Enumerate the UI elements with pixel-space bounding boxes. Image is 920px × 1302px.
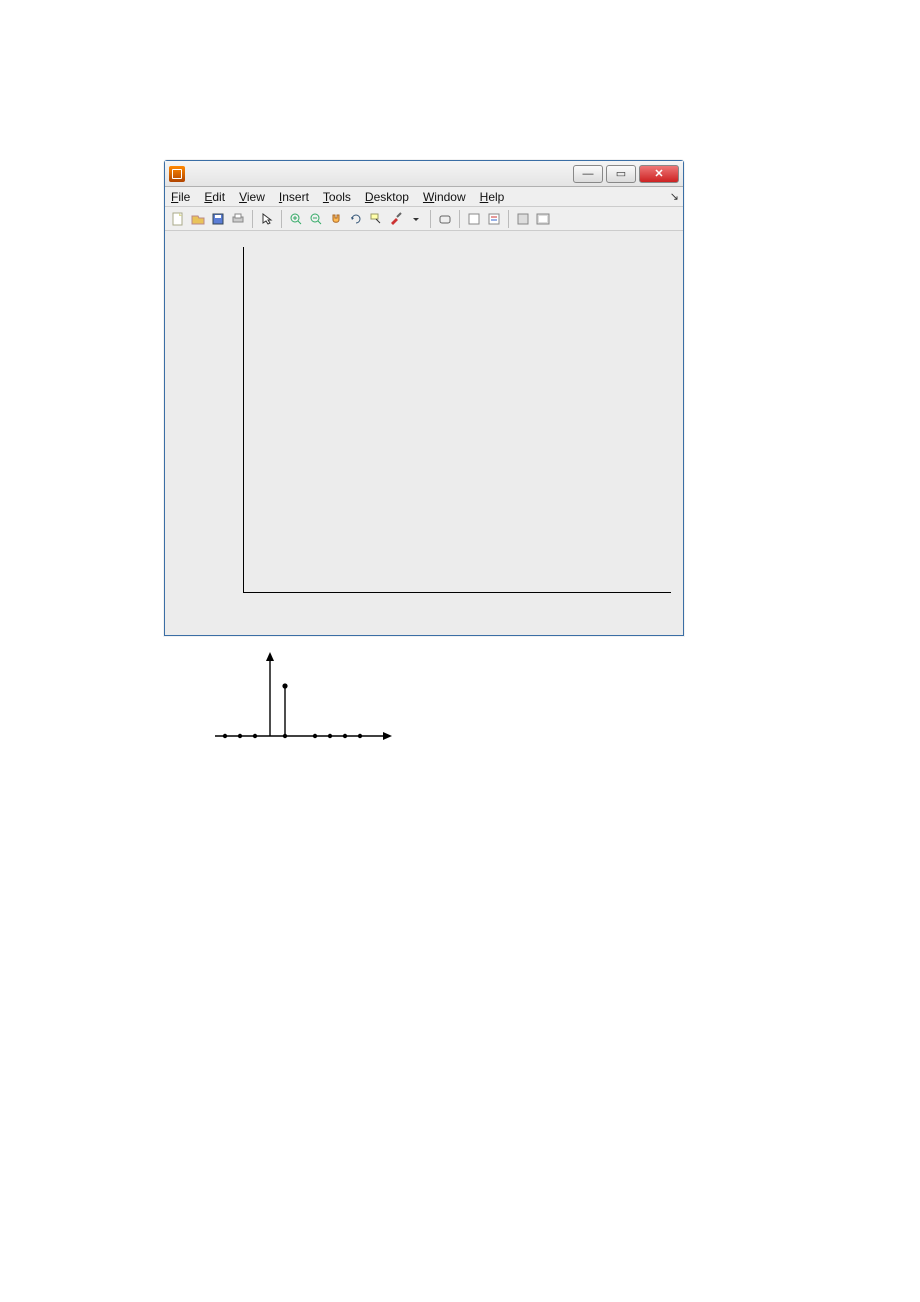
new-icon[interactable]	[169, 210, 187, 228]
link-icon[interactable]	[436, 210, 454, 228]
window-titlebar: — ▭ ✕	[165, 161, 683, 187]
menu-help[interactable]: Help	[480, 190, 505, 204]
legend-icon[interactable]	[485, 210, 503, 228]
pointer-icon[interactable]	[258, 210, 276, 228]
zoom-in-icon[interactable]	[287, 210, 305, 228]
menu-insert[interactable]: Insert	[279, 190, 309, 204]
minimize-button[interactable]: —	[573, 165, 603, 183]
menu-file[interactable]: File	[171, 190, 190, 204]
figure-body	[165, 231, 683, 635]
colorbar-icon[interactable]	[465, 210, 483, 228]
dock-icon[interactable]: ↘	[670, 190, 679, 203]
pan-icon[interactable]	[327, 210, 345, 228]
zoom-out-icon[interactable]	[307, 210, 325, 228]
maximize-button[interactable]: ▭	[606, 165, 636, 183]
matlab-figure-window: — ▭ ✕ File Edit View Insert Tools Deskto…	[164, 160, 684, 636]
print-icon[interactable]	[229, 210, 247, 228]
menu-window[interactable]: Window	[423, 190, 466, 204]
axis-box	[243, 247, 671, 593]
menu-desktop[interactable]: Desktop	[365, 190, 409, 204]
menu-edit[interactable]: Edit	[204, 190, 225, 204]
dropdown-icon[interactable]	[407, 210, 425, 228]
save-icon[interactable]	[209, 210, 227, 228]
open-icon[interactable]	[189, 210, 207, 228]
hide-tools-icon[interactable]	[514, 210, 532, 228]
menu-bar: File Edit View Insert Tools Desktop Wind…	[165, 187, 683, 207]
impulse-diagram	[200, 646, 400, 756]
menu-tools[interactable]: Tools	[323, 190, 351, 204]
datacursor-icon[interactable]	[367, 210, 385, 228]
plot-area	[173, 241, 675, 621]
show-tools-icon[interactable]	[534, 210, 552, 228]
impulse-diagram-svg	[200, 646, 400, 756]
menu-view[interactable]: View	[239, 190, 265, 204]
toolbar	[165, 207, 683, 231]
brush-icon[interactable]	[387, 210, 405, 228]
matlab-icon	[169, 166, 185, 182]
close-button[interactable]: ✕	[639, 165, 679, 183]
window-controls: — ▭ ✕	[573, 165, 679, 183]
rotate-icon[interactable]	[347, 210, 365, 228]
